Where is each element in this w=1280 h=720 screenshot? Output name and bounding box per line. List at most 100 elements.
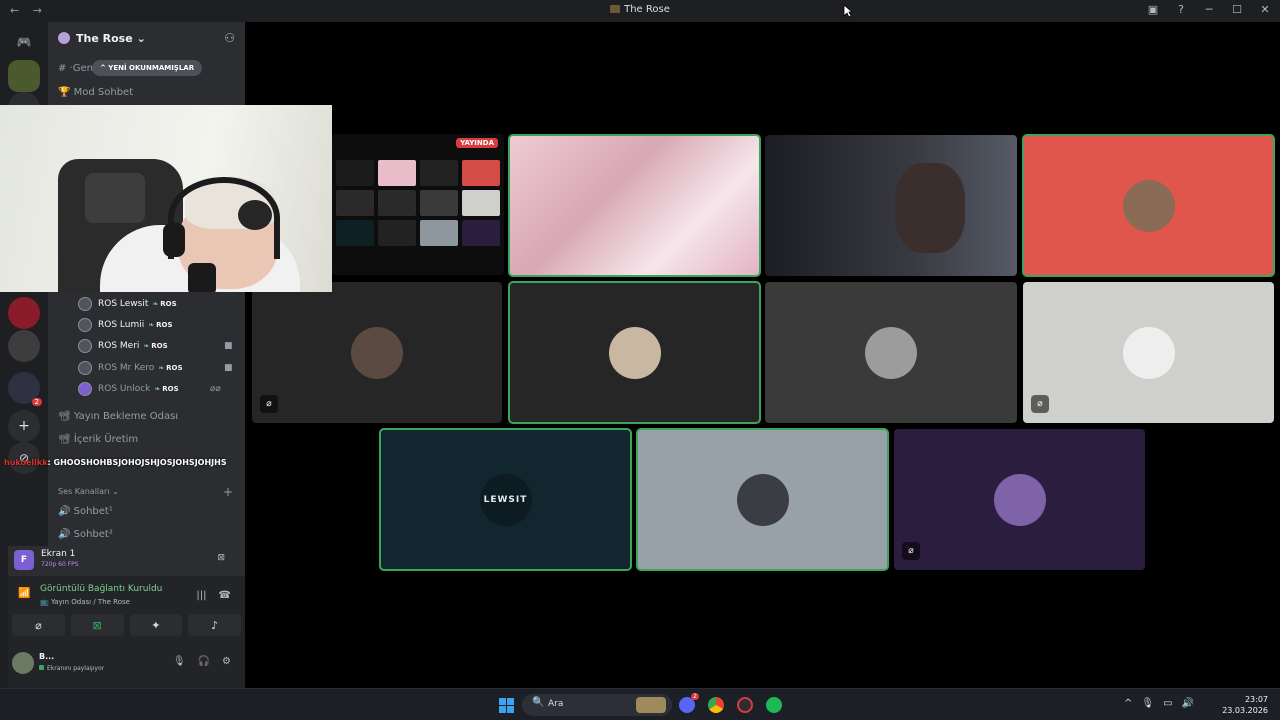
discord-taskbar-icon[interactable]: 2 [679,693,699,713]
video-tile-user-b[interactable] [508,281,761,424]
add-member-icon[interactable]: ⚇ [224,31,235,45]
taskbar-clock[interactable]: 23:07 23.03.2026 [1222,694,1268,716]
mini-tile [378,190,416,216]
user-name[interactable]: B... [39,652,54,661]
camera-icon: ■ [224,341,233,351]
tray-mic-icon[interactable]: 🎙 [1141,698,1154,709]
avatar [78,361,92,375]
signal-icon[interactable]: 📶 [18,588,30,599]
channel-voice-1[interactable]: 🔊 Sohbet¹ [58,501,113,521]
server-name: The Rose [76,31,133,45]
microphone-shape [188,263,216,292]
discord-home-icon[interactable]: 🎮 [8,26,40,58]
soundboard-button[interactable]: ♪ [188,614,241,636]
server-header[interactable]: The Rose ⌄ ⚇ [48,22,245,54]
spotify-taskbar-icon[interactable] [766,697,782,713]
channel-mod[interactable]: 🏆 Mod Sohbet [58,82,133,102]
mini-grid [336,160,502,246]
connection-controls: ||| ☎ [196,590,231,601]
video-tile-purple-user[interactable]: ⌀ [894,429,1145,570]
channel-voice-2[interactable]: 🔊 Sohbet² [58,524,113,544]
video-tile-lewsit[interactable]: LEWSIT [379,428,632,571]
tray-volume-icon[interactable]: 🔊 [1182,698,1194,709]
avatar [78,318,92,332]
app-taskbar-icon[interactable] [737,697,753,713]
headset-icon[interactable]: 🎧 [198,656,210,667]
avatar: LEWSIT [479,473,532,526]
member-row[interactable]: ROS LumiiROS [78,315,173,335]
windows-start-icon[interactable] [499,698,514,713]
mini-tile [420,160,458,186]
screen-name: Ekran 1 [41,549,76,559]
avatar [1122,179,1175,232]
user-controls: 🎙 🎧 ⚙ [173,656,231,667]
stop-share-icon[interactable]: ⊠ [217,553,225,563]
discord-window: ← → The Rose ▣ ? ─ ☐ ✕ 🎮 2 + ⊘ The Rose … [0,0,1280,720]
noise-suppression-icon[interactable]: ||| [196,590,206,601]
member-row[interactable]: ROS MeriROS [78,336,168,356]
title-bar: ← → The Rose ▣ ? ─ ☐ ✕ [0,0,1280,22]
back-icon[interactable]: ← [10,4,19,17]
forward-icon[interactable]: → [33,4,42,17]
avatar[interactable] [12,652,34,674]
server-icon-4[interactable] [8,330,40,362]
video-tile-screen-share[interactable]: YAYINDA [332,134,504,275]
activity-button[interactable]: ✦ [129,614,183,636]
nav-buttons: ← → [10,4,52,17]
tray-display-icon[interactable]: ▭ [1163,698,1172,709]
inbox-icon[interactable]: ▣ [1146,3,1160,16]
voice-buttons: ⌀ ⊠ ✦ ♪ [12,614,241,636]
streamer-webcam [0,105,332,292]
video-tile-pink-cam[interactable] [508,134,761,277]
connection-channel[interactable]: 📺 Yayın Odası / The Rose [40,598,130,606]
video-tile-user-d[interactable]: ⌀ [1023,282,1274,423]
mic-icon[interactable]: 🎙 [173,656,186,667]
muted-icon: ⌀⌀ [210,384,221,394]
avatar [351,326,403,379]
screen-share-button[interactable]: ⊠ [70,614,124,636]
connection-status[interactable]: Görüntülü Bağlantı Kuruldu [40,584,162,594]
windows-taskbar: 🔍 Ara 2 ^ 🎙 ▭ 🔊 23:07 23.03.2026 [0,688,1280,720]
channel-waiting-room[interactable]: 📽 Yayın Bekleme Odası [58,406,178,426]
add-channel-icon[interactable]: + [223,485,233,499]
search-placeholder: Ara [548,699,564,709]
video-tile-grey-user[interactable] [636,428,889,571]
server-icon-1[interactable] [8,60,40,92]
window-title: The Rose [0,4,1280,15]
tray-chevron-icon[interactable]: ^ [1124,698,1132,709]
ticker-nick: hukoelikk [4,458,48,467]
video-tile-user-c[interactable] [765,282,1017,423]
camera-icon: ■ [224,363,233,373]
member-name: ROS Mr Kero [98,363,155,373]
avatar [78,297,92,311]
person-silhouette [895,163,965,253]
chevron-down-icon: ⌄ [136,31,146,45]
unread-pill[interactable]: ^ YENİ OKUNMAMIŞLAR [92,60,203,76]
close-icon[interactable]: ✕ [1258,3,1272,16]
member-row[interactable]: ROS Mr KeroROS [78,358,183,378]
settings-icon[interactable]: ⚙ [222,656,231,667]
screen-share-row[interactable]: F Ekran 1 720p 60 FPS ⊠ [8,546,245,576]
taskbar-search[interactable]: 🔍 Ara [522,694,672,716]
video-tile-red-avatar[interactable] [1022,134,1275,277]
server-avatar-icon [58,32,70,44]
server-icon-3[interactable] [8,297,40,329]
clock-time: 23:07 [1244,695,1268,704]
camera-button[interactable]: ⌀ [12,614,65,636]
chrome-taskbar-icon[interactable] [708,697,724,713]
channel-content-label: 📽 İçerik Üretim [58,433,139,445]
server-icon-5[interactable]: 2 [8,372,42,406]
help-icon[interactable]: ? [1174,3,1188,16]
video-tile-user-a[interactable]: ⌀ [252,282,502,423]
member-row[interactable]: ROS UnlockROS [78,379,179,399]
add-server-icon[interactable]: + [8,410,40,442]
maximize-icon[interactable]: ☐ [1230,3,1244,16]
channel-content[interactable]: 📽 İçerik Üretim [58,429,138,449]
minimize-icon[interactable]: ─ [1202,3,1216,16]
disconnect-icon[interactable]: ☎ [219,590,231,601]
member-row[interactable]: ROS LewsitROS [78,294,177,314]
video-tile-dark-cam[interactable] [765,135,1017,276]
mini-tile [378,160,416,186]
channel-voice-1-label: 🔊 Sohbet¹ [58,505,113,517]
category-voice[interactable]: Ses Kanalları ⌄ [58,487,119,496]
